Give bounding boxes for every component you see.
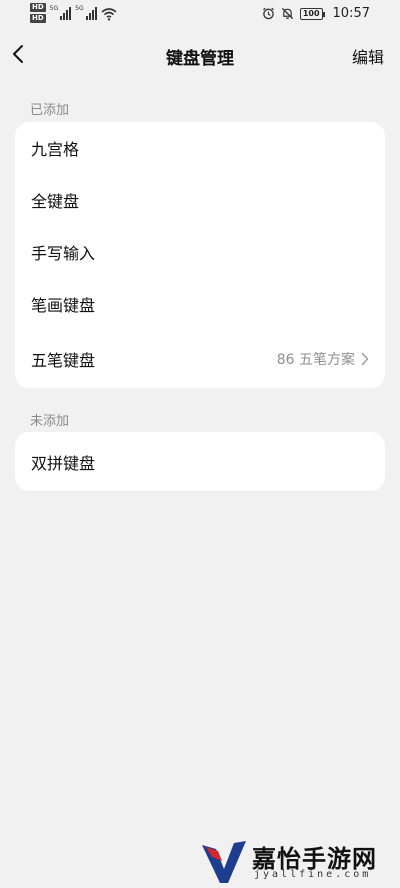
back-arrow-icon bbox=[13, 45, 23, 63]
wifi-icon bbox=[101, 8, 117, 21]
keyboard-item-label: 手写输入 bbox=[31, 244, 96, 263]
battery-icon: 100 bbox=[299, 7, 325, 20]
keyboard-item-label: 笔画键盘 bbox=[31, 296, 96, 315]
hd-icon: HD HD bbox=[30, 3, 46, 23]
hd-badge-1: HD bbox=[30, 3, 46, 12]
page-title: 键盘管理 bbox=[166, 49, 234, 69]
alarm-icon bbox=[262, 7, 274, 20]
mute-icon bbox=[281, 7, 293, 20]
edit-button[interactable]: 编辑 bbox=[352, 44, 384, 68]
section-label-not-added: 未添加 bbox=[30, 414, 70, 429]
keyboard-item-label: 双拼键盘 bbox=[31, 453, 96, 473]
status-left: HD HD 5G 5G bbox=[30, 3, 117, 23]
keyboard-item-label: 九宫格 bbox=[31, 140, 80, 159]
nav-bar: 键盘管理 编辑 bbox=[0, 34, 400, 74]
signal-icon-2: 5G bbox=[75, 5, 97, 20]
watermark-logo-icon bbox=[202, 841, 246, 883]
watermark: 嘉怡手游网 jyallfine.com bbox=[198, 835, 398, 887]
keyboard-item-full-keyboard[interactable]: 全键盘 bbox=[15, 174, 385, 226]
watermark-url: jyallfine.com bbox=[254, 869, 372, 880]
not-added-keyboards-card: 双拼键盘 bbox=[15, 432, 385, 491]
added-keyboards-card: 九宫格 全键盘 手写输入 笔画键盘 五笔键盘 86 五笔方案 bbox=[15, 122, 385, 388]
status-time: 10:57 bbox=[332, 6, 370, 21]
keyboard-item-nine-grid[interactable]: 九宫格 bbox=[15, 122, 385, 174]
keyboard-item-label: 全键盘 bbox=[31, 192, 80, 211]
chevron-right-icon bbox=[361, 352, 369, 366]
network-type: 5G bbox=[49, 5, 59, 12]
keyboard-item-double-pinyin[interactable]: 双拼键盘 bbox=[15, 432, 385, 491]
network-type-2: 5G bbox=[75, 5, 84, 12]
status-right: 100 10:57 bbox=[262, 6, 370, 21]
back-button[interactable] bbox=[8, 40, 32, 68]
section-label-added: 已添加 bbox=[30, 103, 70, 118]
hd-badge-2: HD bbox=[30, 14, 46, 23]
keyboard-item-handwriting[interactable]: 手写输入 bbox=[15, 226, 385, 278]
wubi-scheme-text: 86 五笔方案 bbox=[276, 352, 355, 368]
status-bar: HD HD 5G 5G 100 10:57 bbox=[0, 0, 400, 28]
keyboard-item-wubi[interactable]: 五笔键盘 86 五笔方案 bbox=[15, 330, 385, 388]
signal-icon: 5G bbox=[49, 5, 72, 20]
wubi-scheme-value: 86 五笔方案 bbox=[277, 349, 369, 369]
keyboard-item-stroke[interactable]: 笔画键盘 bbox=[15, 278, 385, 330]
keyboard-item-label: 五笔键盘 bbox=[31, 351, 96, 370]
